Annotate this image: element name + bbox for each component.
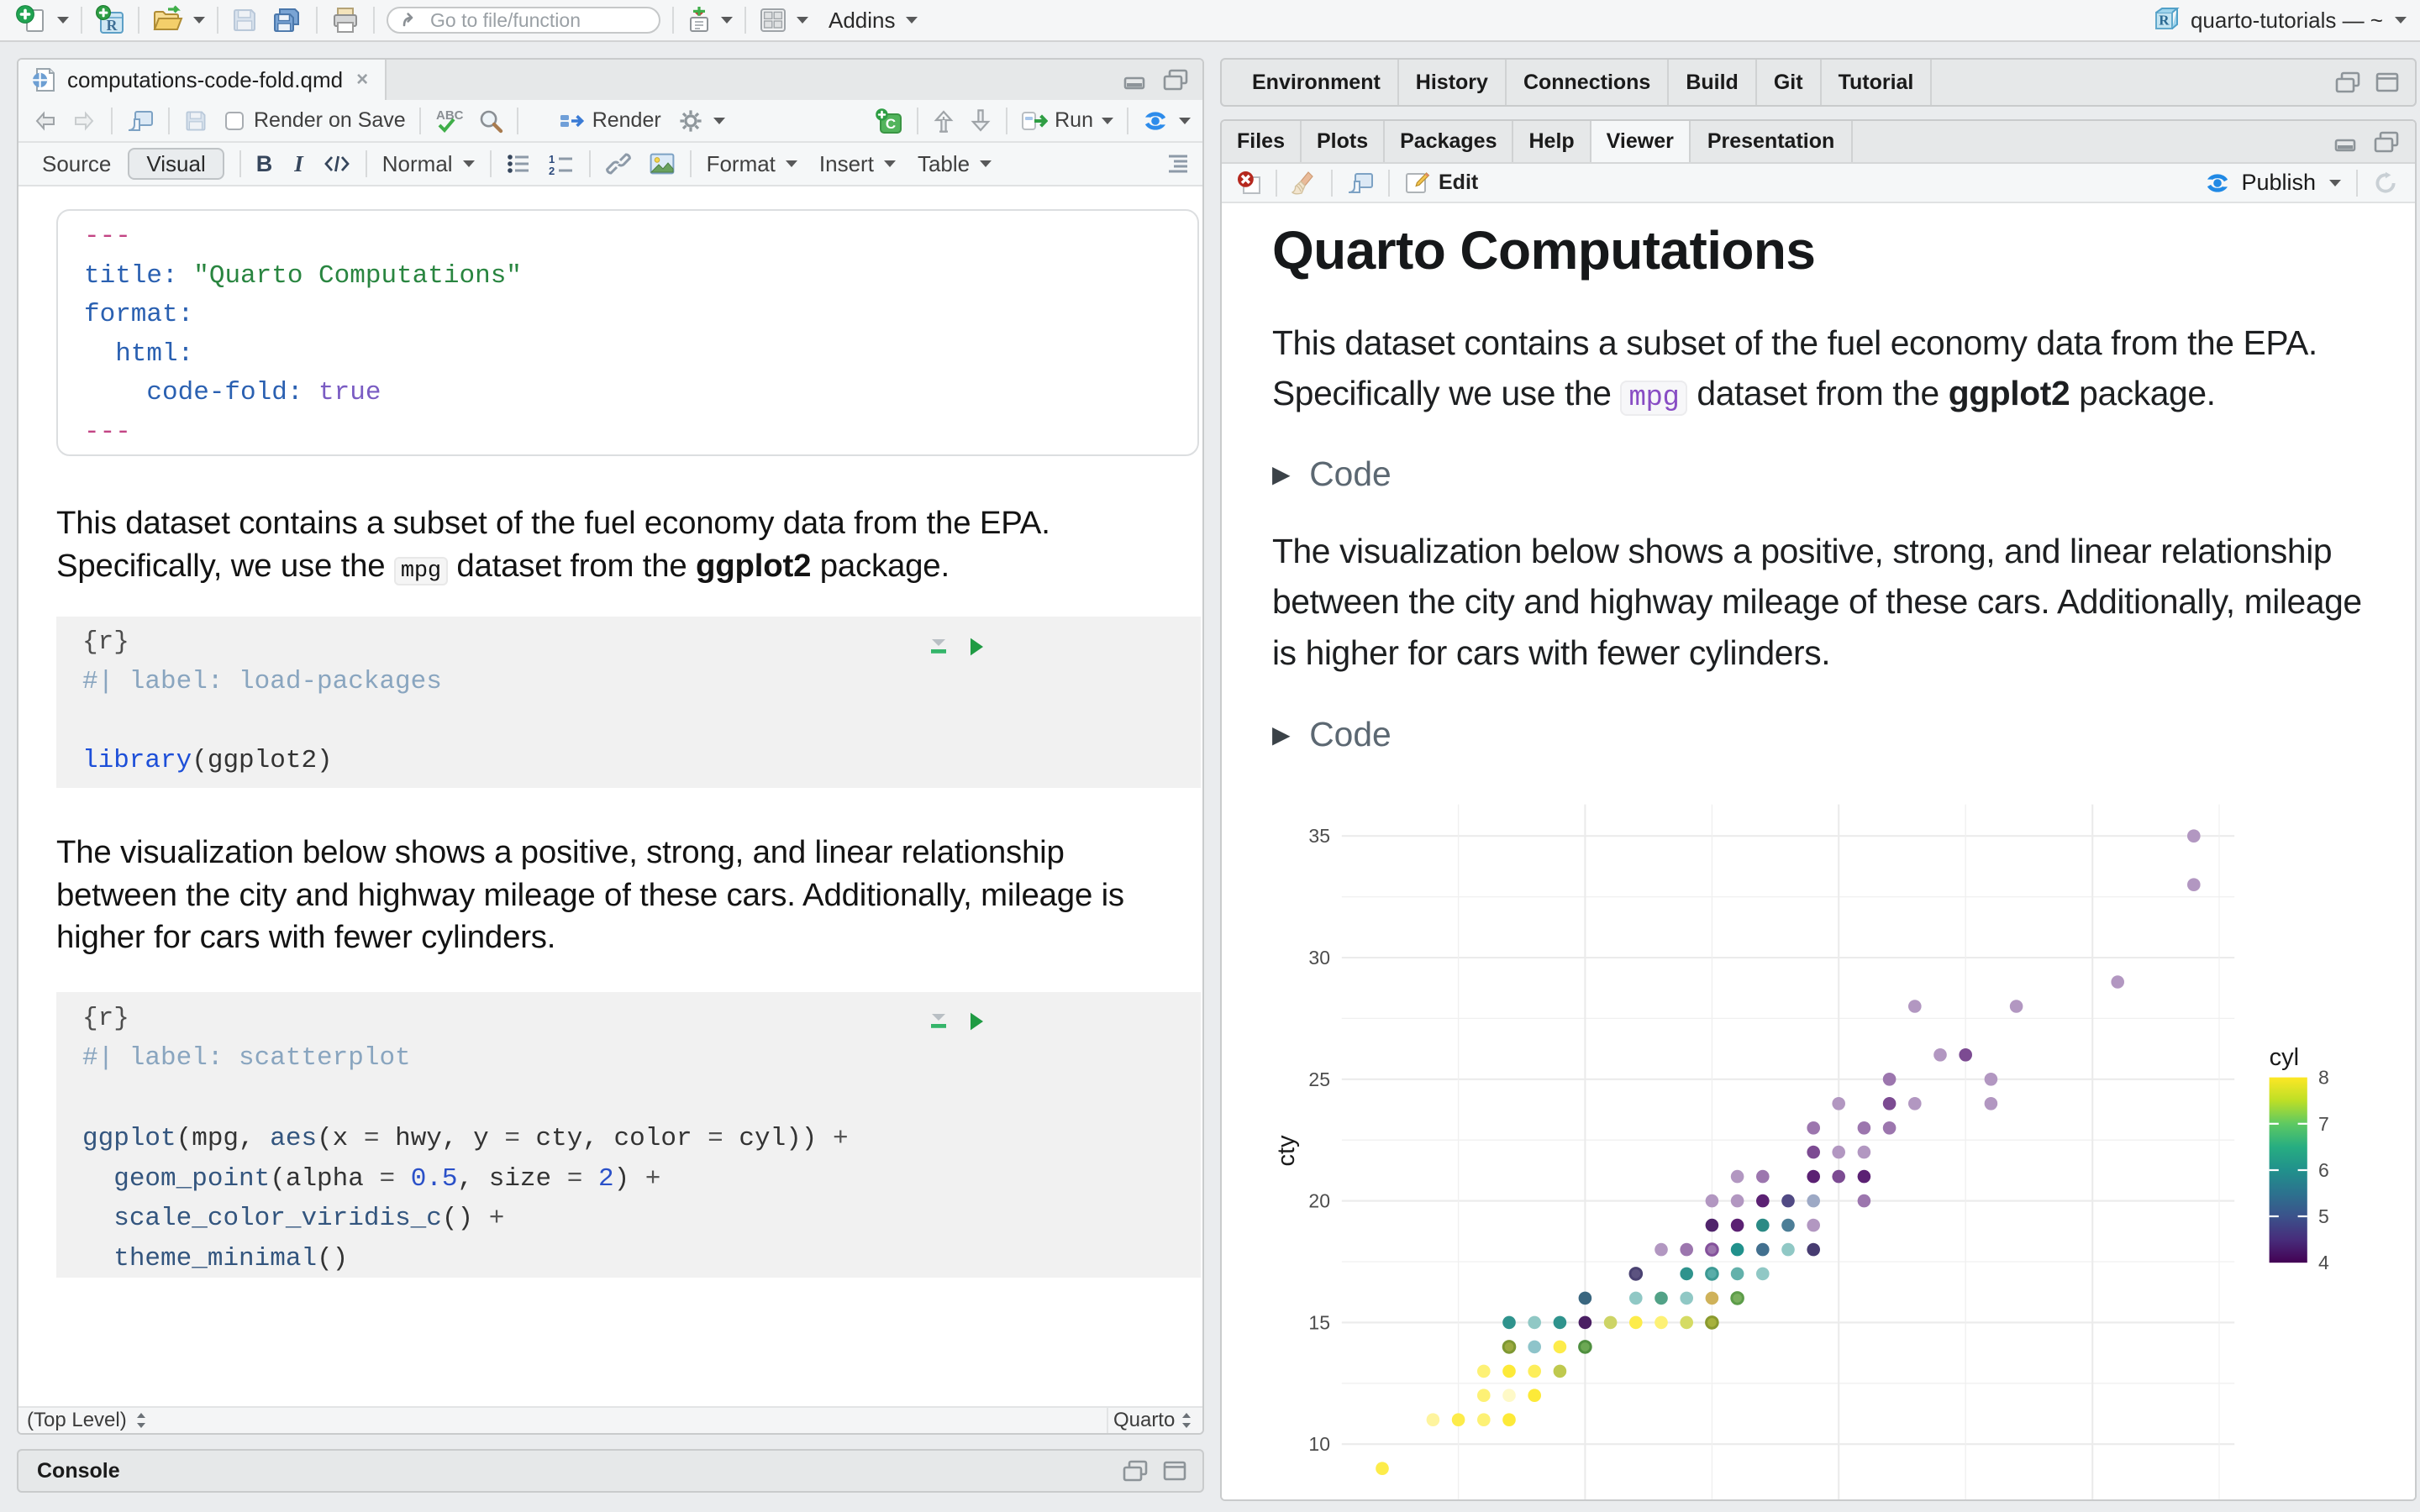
svg-text:6: 6 xyxy=(2318,1159,2329,1181)
svg-text:5: 5 xyxy=(2318,1205,2329,1227)
svg-text:cyl: cyl xyxy=(2270,1044,2299,1071)
svg-text:25: 25 xyxy=(1308,1068,1330,1090)
svg-text:8: 8 xyxy=(2318,1067,2329,1089)
svg-text:2: 2 xyxy=(549,165,555,175)
svg-text:15: 15 xyxy=(1308,1311,1330,1333)
svg-text:7: 7 xyxy=(2318,1113,2329,1135)
svg-text:4: 4 xyxy=(2318,1252,2329,1273)
svg-text:30: 30 xyxy=(1308,947,1330,969)
svg-text:C: C xyxy=(886,116,896,132)
svg-text:R: R xyxy=(2159,13,2170,29)
svg-text:R: R xyxy=(107,17,118,34)
svg-text:1: 1 xyxy=(549,153,555,165)
svg-text:20: 20 xyxy=(1308,1190,1330,1212)
svg-text:35: 35 xyxy=(1308,825,1330,847)
svg-text:cty: cty xyxy=(1273,1135,1300,1167)
svg-text:10: 10 xyxy=(1308,1433,1330,1455)
svg-text:ABC: ABC xyxy=(436,108,463,123)
